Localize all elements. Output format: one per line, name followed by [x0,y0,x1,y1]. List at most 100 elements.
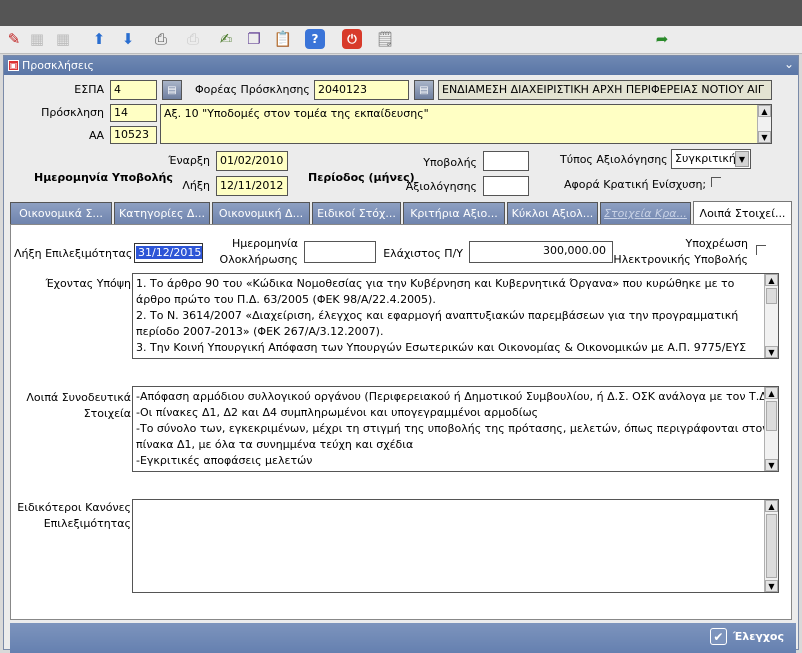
grid-delete-icon: ▦ [55,29,71,48]
other-docs-line: -Το σύνολο των, εγκεκριμένων, μέχρι τη σ… [136,422,769,435]
min-budget-field[interactable]: 300,000.00 [469,241,613,263]
printer-icon: ⎙ [154,29,167,48]
submission-months-label: Υποβολής [423,156,477,169]
electronic-submission-checkbox[interactable] [756,245,766,255]
foreas-lov-button[interactable]: ▤ [414,80,434,100]
checkmark-icon: ✔ [709,628,727,645]
printer-button[interactable]: ⎙ [150,28,172,50]
completion-date-label-1: Ημερομηνία [231,237,298,250]
arrow-down-button[interactable]: ⬇ [117,28,139,50]
tab-4[interactable]: Ειδικοί Στόχ... [312,202,401,224]
considering-scrollbar[interactable]: ▲ ▼ [764,274,778,358]
tab-8[interactable]: Λοιπά Στοιχεί... [693,201,792,225]
window-icon: ▣ [8,60,19,71]
tab-label: Κύκλοι Αξιολ... [511,207,594,220]
copy-document-icon: ❐ [247,29,261,48]
tab-3[interactable]: Οικονομική Δ... [212,202,310,224]
eval-type-label: Τύπος Αξιολόγησης [560,153,668,166]
tab-label: Ειδικοί Στόχ... [317,207,396,220]
end-date-field[interactable]: 12/11/2012 [216,176,288,196]
eval-type-select[interactable]: Συγκριτική ▼ [671,149,751,169]
start-date-field[interactable]: 01/02/2010 [216,151,288,171]
other-docs-label-1: Λοιπά Συνοδευτικά [26,391,131,404]
chevron-down-icon: ▼ [735,151,749,167]
evaluation-months-field[interactable] [483,176,529,196]
invitations-window: ▣ Προσκλήσεις ⌄ ΕΣΠΑ 4 ▤ Φορέας Πρόσκλησ… [3,55,799,653]
minimize-icon[interactable]: ⌄ [784,57,794,71]
aa-field[interactable]: 10523 [110,126,157,144]
eval-type-value: Συγκριτική [675,152,736,165]
tab-label: Στοιχεία Κρα... [604,207,687,220]
other-docs-line: -Οι πίνακες Δ1, Δ2 και Δ4 συμπληρωμένοι … [136,406,539,419]
special-rules-textarea[interactable]: ▲ ▼ [132,499,779,593]
tab-panel-other-details: Λήξη Επιλεξιμότητας 31/12/2015 Ημερομηνί… [10,224,792,620]
considering-textarea[interactable]: 1. Το άρθρο 90 του «Κώδικα Νομοθεσίας γι… [132,273,779,359]
foreas-name-field: ΕΝΔΙΑΜΕΣΗ ΔΙΑΧΕΙΡΙΣΤΙΚΗ ΑΡΧΗ ΠΕΡΙΦΕΡΕΙΑΣ… [438,80,772,100]
considering-line: άρθρο πρώτο του Π.Δ. 63/2005 (ΦΕΚ 98/Α/2… [136,293,436,306]
other-docs-line: πίνακα Δ1, με όλα τα συνημμένα τεύχη και… [136,438,414,451]
foreas-code-field[interactable]: 2040123 [314,80,409,100]
tab-1[interactable]: Οικονομικά Σ... [10,202,112,224]
eligibility-end-field[interactable]: 31/12/2015 [134,243,203,263]
return-arrow-button[interactable]: ➦ [651,28,673,50]
special-rules-label-2: Επιλεξιμότητας [43,517,131,530]
tab-label: Λοιπά Στοιχεί... [699,207,786,220]
submission-date-label: Ημερομηνία Υποβολής [34,171,173,184]
considering-line: 1. Το άρθρο 90 του «Κώδικα Νομοθεσίας γι… [136,277,735,290]
toolbar: ✎ ▦ ▦ ⬆ ⬇ ⎙ ⎙ ✍ ❐ 📋? ⏻ 🗒 ➦ [0,26,802,54]
exit-icon: ⏻ [347,32,357,46]
considering-line: περίοδο 2007-2013» (ΦΕΚ 267/Α/3.12.2007)… [136,325,384,338]
copy-document-button[interactable]: ❐ [243,28,265,50]
tab-bar: Οικονομικά Σ... Κατηγορίες Δ... Οικονομική… [10,201,792,225]
edit-document-button[interactable]: ✍ [215,28,237,50]
notes-button[interactable]: 🗒 [374,28,396,50]
min-budget-label: Ελάχιστος Π/Υ [383,247,463,260]
considering-line: 3. Την Κοινή Υπουργική Απόφαση των Υπουρ… [136,341,747,354]
window-titlebar: ▣ Προσκλήσεις ⌄ [4,56,798,75]
special-rules-scrollbar[interactable]: ▲ ▼ [764,500,778,592]
pencil-button[interactable]: ✎ [3,28,25,50]
prosklisi-title-scrollbar[interactable]: ▲ ▼ [757,105,771,143]
check-button-label: Έλεγχος [732,630,784,643]
prosklisi-field[interactable]: 14 [110,104,157,122]
grid-delete-button[interactable]: ▦ [52,28,74,50]
completion-date-field[interactable] [304,241,376,263]
arrow-up-button[interactable]: ⬆ [88,28,110,50]
espa-label: ΕΣΠΑ [74,83,104,96]
check-button[interactable]: ✔ Έλεγχος [709,628,784,645]
list-icon: ▤ [419,84,429,96]
tab-2[interactable]: Κατηγορίες Δ... [114,202,210,224]
end-label: Λήξη [182,179,210,192]
help-icon: ? [311,32,319,46]
prosklisi-title-text: Αξ. 10 "Υποδομές στον τομέα της εκπαίδευ… [164,107,429,120]
other-docs-scrollbar[interactable]: ▲ ▼ [764,387,778,471]
other-docs-text: -Απόφαση αρμόδιου συλλογικού οργάνου (Πε… [136,389,775,469]
completion-date-label-2: Ολοκλήρωσης [219,253,298,266]
grid-button[interactable]: ▦ [26,28,48,50]
electronic-label-2: Ηλεκτρονικής Υποβολής [613,253,748,266]
edit-document-icon: ✍ [219,29,233,48]
other-docs-line: -Απόφαση αρμόδιου συλλογικού οργάνου (Πε… [136,390,775,403]
tab-label: Κριτήρια Αξιο... [410,207,498,220]
considering-text: 1. Το άρθρο 90 του «Κώδικα Νομοθεσίας γι… [136,276,760,356]
tab-6[interactable]: Κύκλοι Αξιολ... [507,202,598,224]
tab-label: Οικονομικά Σ... [19,207,103,220]
tab-7[interactable]: Στοιχεία Κρα... [600,202,691,224]
electronic-label-1: Υποχρέωση [685,237,748,250]
state-aid-checkbox[interactable] [711,177,721,187]
prosklisi-title-field[interactable]: Αξ. 10 "Υποδομές στον τομέα της εκπαίδευ… [160,104,772,144]
exit-button[interactable]: ⏻ [342,29,362,49]
eligibility-end-value: 31/12/2015 [136,246,202,259]
tab-5[interactable]: Κριτήρια Αξιο... [403,202,505,224]
tab-label: Κατηγορίες Δ... [119,207,205,220]
paste-button[interactable]: 📋 [272,28,294,50]
submission-months-field[interactable] [483,151,529,171]
state-aid-label: Αφορά Κρατική Ενίσχυση; [564,178,707,191]
print-preview-button[interactable]: ⎙ [182,28,204,50]
eligibility-end-label: Λήξη Επιλεξιμότητας [14,247,133,260]
espa-lov-button[interactable]: ▤ [162,80,182,100]
other-docs-textarea[interactable]: -Απόφαση αρμόδιου συλλογικού οργάνου (Πε… [132,386,779,472]
help-button[interactable]: ? [305,29,325,49]
espa-field[interactable]: 4 [110,80,157,100]
prosklisi-label: Πρόσκληση [41,106,104,119]
